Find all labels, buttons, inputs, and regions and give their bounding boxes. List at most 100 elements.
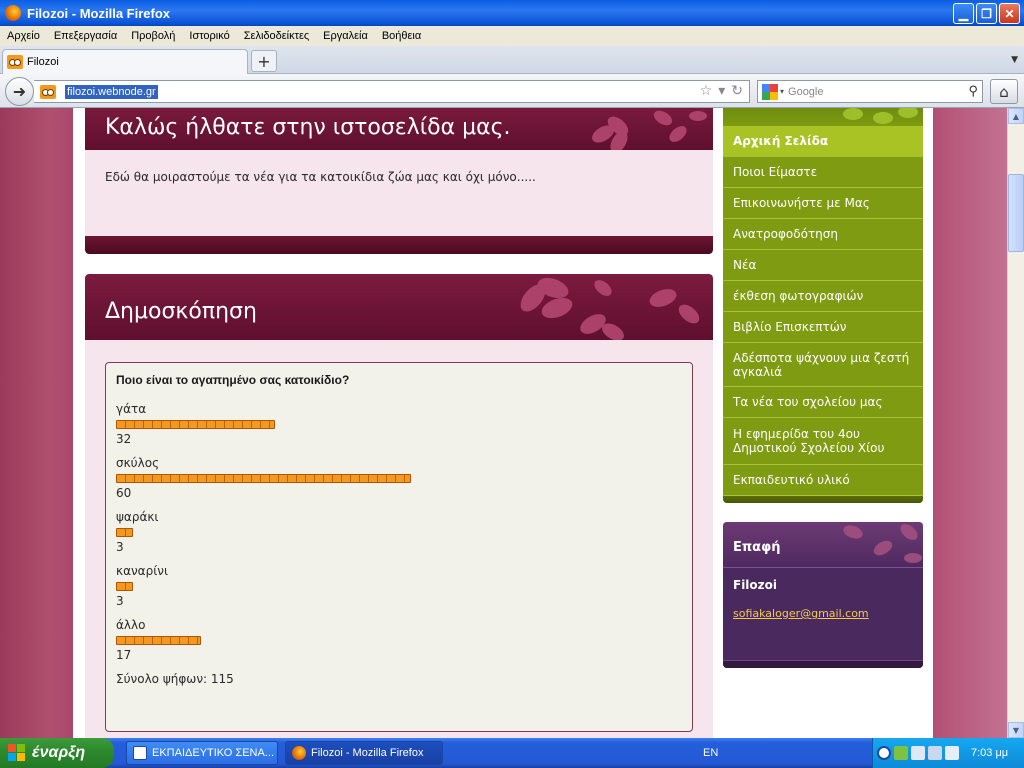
poll-result-bar (116, 474, 411, 483)
sidebar-item-strays[interactable]: Αδέσποτα ψάχνουν μια ζεστή αγκαλιά (723, 343, 923, 387)
poll-option-label: ψαράκι (116, 510, 159, 524)
poll-option: άλλο 17 (116, 618, 682, 662)
contact-footer (723, 660, 923, 668)
tray-arrow-icon[interactable] (877, 746, 891, 760)
welcome-box: Καλώς ήλθατε στην ιστοσελίδα μας. Εδώ θα… (85, 108, 713, 254)
menu-top-decoration (723, 108, 923, 126)
clock: 7:03 μμ (971, 747, 1009, 759)
poll-box: Δημοσκόπηση Ποιο είναι το αγαπημένο σας … (85, 274, 713, 738)
welcome-footer (85, 236, 713, 254)
bookmark-star-icon[interactable]: ☆ (700, 83, 713, 99)
poll-option-label: άλλο (116, 618, 146, 632)
taskbar-item-document[interactable]: ΕΚΠΑΙΔΕΥΤΙΚΟ ΣΕΝΑ... (126, 741, 278, 765)
scroll-up-icon[interactable]: ▲ (1008, 108, 1024, 124)
tab-label: Filozoi (27, 56, 59, 68)
network-icon[interactable] (911, 746, 925, 760)
menu-edit[interactable]: Επεξεργασία (47, 30, 124, 42)
language-indicator[interactable]: EN (703, 747, 718, 759)
menu-view[interactable]: Προβολή (124, 30, 182, 42)
site-identity-icon[interactable] (40, 84, 56, 99)
sidebar-item-feedback[interactable]: Ανατροφοδότηση (723, 219, 923, 250)
maximize-button[interactable]: ❐ (976, 3, 997, 24)
poll-result-bar (116, 636, 201, 645)
search-bar[interactable]: ▾ Google ⚲ (757, 80, 983, 103)
tab-filozoi[interactable]: Filozoi (2, 49, 248, 74)
menubar: Αρχείο Επεξεργασία Προβολή Ιστορικό Σελι… (0, 26, 1024, 46)
leaf-decoration-icon (843, 108, 918, 124)
poll-question: Ποιο είναι το αγαπημένο σας κατοικίδιο? (116, 373, 350, 387)
home-icon[interactable]: ⌂ (990, 79, 1018, 104)
security-icon[interactable] (894, 746, 908, 760)
google-icon[interactable] (762, 83, 778, 100)
search-input[interactable]: Google (788, 86, 823, 98)
poll-option-label: σκύλος (116, 456, 160, 470)
flower-decoration-icon (520, 277, 700, 340)
taskbar-item-firefox[interactable]: Filozoi - Mozilla Firefox (285, 741, 443, 765)
poll-heading: Δημοσκόπηση (105, 299, 257, 324)
search-icon[interactable]: ⚲ (968, 83, 978, 99)
flower-decoration-icon (592, 110, 707, 150)
taskbar-item-label: Filozoi - Mozilla Firefox (311, 747, 424, 759)
window-title: Filozoi - Mozilla Firefox (27, 5, 170, 21)
poll-option: σκύλος 60 (116, 456, 682, 500)
new-tab-button[interactable]: + (251, 50, 277, 72)
minimize-button[interactable]: ▁ (953, 3, 974, 24)
firefox-icon (5, 5, 21, 21)
system-tray: EN 7:03 μμ (703, 738, 1024, 768)
sidebar-item-guestbook[interactable]: Βιβλίο Επισκεπτών (723, 312, 923, 343)
poll-option-count: 3 (116, 540, 124, 554)
start-button[interactable]: έναρξη (0, 738, 114, 768)
back-arrow-icon[interactable]: ➜ (5, 77, 34, 106)
contact-heading: Επαφή (733, 540, 781, 555)
vertical-scrollbar[interactable]: ▲ ▼ (1007, 108, 1024, 738)
scroll-thumb[interactable] (1008, 174, 1024, 252)
site-favicon-icon (7, 55, 23, 69)
taskbar-item-label: ΕΚΠΑΙΔΕΥΤΙΚΟ ΣΕΝΑ... (152, 747, 275, 759)
flower-decoration-icon (843, 524, 922, 563)
network-icon-2[interactable] (928, 746, 942, 760)
sidebar-menu: Αρχική Σελίδα Ποιοι Είμαστε Επικοινωνήστ… (723, 108, 923, 503)
welcome-text: Εδώ θα μοιραστούμε τα νέα για τα κατοικί… (105, 170, 536, 184)
navigation-toolbar: ➜ filozoi.webnode.gr ☆ ▾ ↻ ▾ Google ⚲ ⌂ (0, 74, 1024, 108)
page-body: Καλώς ήλθατε στην ιστοσελίδα μας. Εδώ θα… (73, 108, 933, 738)
close-button[interactable]: ✕ (999, 3, 1020, 24)
scroll-down-icon[interactable]: ▼ (1008, 722, 1024, 738)
sidebar-item-news[interactable]: Νέα (723, 250, 923, 281)
url-input[interactable]: filozoi.webnode.gr (65, 85, 158, 99)
sidebar-item-contact[interactable]: Επικοινωνήστε με Μας (723, 188, 923, 219)
web-content: Καλώς ήλθατε στην ιστοσελίδα μας. Εδώ θα… (0, 108, 1007, 738)
firefox-icon (292, 746, 306, 760)
poll-result-bar (116, 528, 133, 537)
window-titlebar: Filozoi - Mozilla Firefox ▁ ❐ ✕ (0, 0, 1024, 26)
menu-history[interactable]: Ιστορικό (182, 30, 236, 42)
sidebar-item-home[interactable]: Αρχική Σελίδα (723, 126, 923, 157)
menu-bookmarks[interactable]: Σελιδοδείκτες (237, 30, 316, 42)
sidebar-item-photo-gallery[interactable]: έκθεση φωτογραφιών (723, 281, 923, 312)
tray-app-icon[interactable] (945, 746, 959, 760)
sidebar-item-school-news[interactable]: Τα νέα του σχολείου μας (723, 387, 923, 418)
menu-tools[interactable]: Εργαλεία (316, 30, 375, 42)
welcome-header: Καλώς ήλθατε στην ιστοσελίδα μας. (85, 108, 713, 150)
poll-option: γάτα 32 (116, 402, 682, 446)
menu-help[interactable]: Βοήθεια (375, 30, 428, 42)
poll-total: Σύνολο ψήφων: 115 (116, 672, 234, 686)
sidebar-item-newspaper[interactable]: Η εφημερίδα του 4ου Δημοτικού Σχολείου Χ… (723, 418, 923, 465)
poll-result-bar (116, 420, 275, 429)
start-label: έναρξη (32, 744, 86, 761)
welcome-title: Καλώς ήλθατε στην ιστοσελίδα μας. (105, 115, 511, 140)
contact-body: Filozoi sofiakaloger@gmail.com (723, 568, 923, 630)
menu-file[interactable]: Αρχείο (0, 30, 47, 42)
url-bar[interactable]: filozoi.webnode.gr ☆ ▾ ↻ (34, 80, 750, 103)
sidebar-item-about[interactable]: Ποιοι Είμαστε (723, 157, 923, 188)
poll-option: ψαράκι 3 (116, 510, 682, 554)
sidebar-item-educational-material[interactable]: Εκπαιδευτικό υλικό (723, 465, 923, 496)
contact-email-link[interactable]: sofiakaloger@gmail.com (733, 607, 869, 620)
contact-box: Επαφή Filozoi sofiakaloger@gmail.com (723, 522, 923, 668)
contact-name: Filozoi (733, 578, 778, 592)
history-dropdown-icon[interactable]: ▾ (718, 83, 725, 99)
poll-option-label: γάτα (116, 402, 147, 416)
tab-list-icon[interactable]: ▼ (1011, 55, 1018, 65)
reload-icon[interactable]: ↻ (731, 83, 743, 99)
tab-strip: Filozoi + ▼ (0, 46, 1024, 74)
poll-header: Δημοσκόπηση (85, 274, 713, 340)
